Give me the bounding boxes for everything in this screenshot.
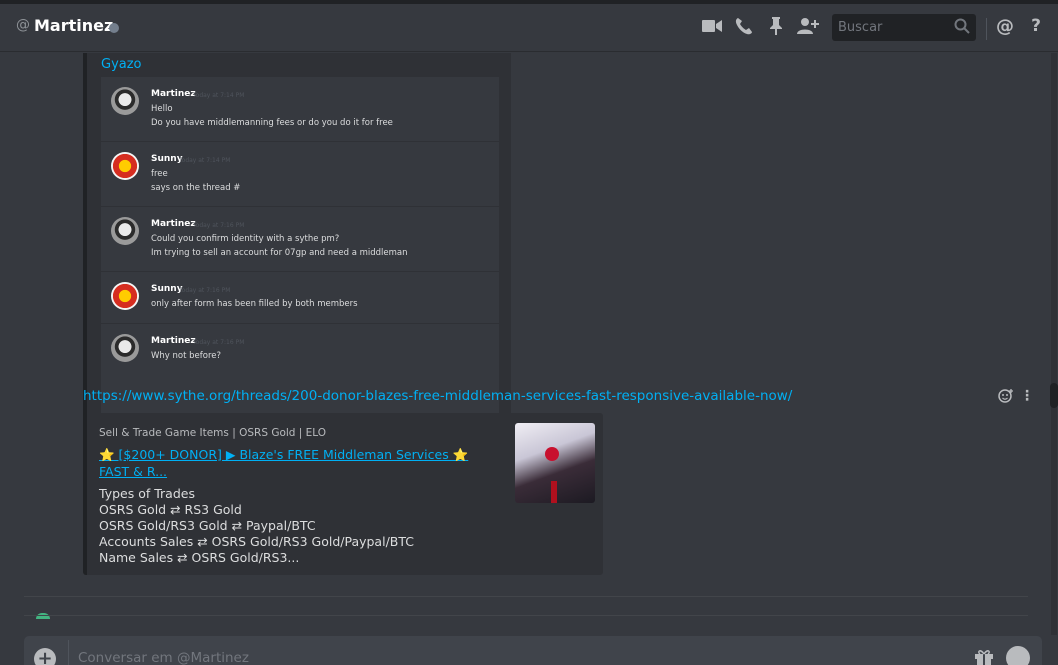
message-composer[interactable]: + Conversar em @Martinez	[24, 636, 1042, 665]
gift-icon[interactable]	[974, 648, 994, 665]
header-divider	[986, 18, 987, 40]
description-line: OSRS Gold/RS3 Gold ⇄ Paypal/BTC	[99, 518, 316, 533]
search-icon[interactable]	[954, 18, 970, 38]
message-text: Do you have middlemanning fees or do you…	[151, 118, 393, 128]
message-time: Today at 7:16 PM	[193, 339, 245, 346]
message-time: Today at 7:14 PM	[193, 92, 245, 99]
avatar	[111, 282, 139, 310]
composer-divider	[68, 640, 69, 665]
pin-icon[interactable]	[764, 14, 788, 38]
embed-provider[interactable]: Gyazo	[101, 57, 142, 72]
search-placeholder: Buscar	[838, 20, 883, 35]
message-author: Sunny	[151, 284, 183, 294]
status-indicator	[109, 23, 119, 33]
message-time: Today at 7:16 PM	[193, 222, 245, 229]
message-text: Could you confirm identity with a sythe …	[151, 234, 340, 244]
mention-icon[interactable]: @	[993, 14, 1017, 38]
message-author: Sunny	[151, 154, 183, 164]
dm-window: @ Martinez Buscar @ ? Gyazo Martinez Tod…	[0, 0, 1058, 665]
message-text: Hello	[151, 104, 173, 114]
message-text: free	[151, 169, 168, 179]
screenshot-message: Sunny Today at 7:14 PM free says on the …	[101, 142, 499, 207]
message-time: Today at 7:14 PM	[179, 157, 231, 164]
message-input[interactable]: Conversar em @Martinez	[78, 650, 249, 665]
thread-link[interactable]: https://www.sythe.org/threads/200-donor-…	[83, 388, 792, 404]
add-reaction-icon[interactable]	[998, 388, 1014, 408]
scrollbar-track[interactable]	[1051, 53, 1057, 635]
screenshot-message: Martinez Today at 7:16 PM Why not before…	[101, 324, 499, 376]
embed-description: Types of Trades OSRS Gold ⇄ RS3 Gold OSR…	[99, 486, 414, 566]
embed-provider: Sell & Trade Game Items | OSRS Gold | EL…	[99, 427, 327, 439]
search-input[interactable]: Buscar	[832, 14, 976, 41]
emoji-icon[interactable]	[1006, 646, 1030, 665]
avatar	[111, 87, 139, 115]
thumbnail-detail	[551, 481, 557, 503]
online-indicator	[36, 613, 50, 619]
channel-header: @ Martinez Buscar @ ?	[0, 4, 1058, 52]
image-embed: Gyazo Martinez Today at 7:14 PM Hello Do…	[83, 53, 511, 431]
add-friend-icon[interactable]	[796, 14, 820, 38]
embed-title[interactable]: ⭐ [$200+ DONOR] ▶ Blaze's FREE Middleman…	[99, 446, 499, 480]
message-author: Martinez	[151, 219, 196, 229]
video-call-icon[interactable]	[700, 14, 724, 38]
phone-call-icon[interactable]	[732, 14, 756, 38]
avatar	[111, 334, 139, 362]
message-author: Martinez	[151, 89, 196, 99]
message-author: Martinez	[151, 336, 196, 346]
description-line: Accounts Sales ⇄ OSRS Gold/RS3 Gold/Payp…	[99, 534, 414, 549]
message-text: says on the thread #	[151, 183, 241, 193]
message-divider	[24, 615, 1028, 616]
message-text: Why not before?	[151, 351, 222, 361]
description-line: Types of Trades	[99, 486, 195, 501]
scrollbar-thumb[interactable]	[1050, 383, 1058, 408]
message-list[interactable]: Gyazo Martinez Today at 7:14 PM Hello Do…	[0, 53, 1058, 635]
help-icon[interactable]: ?	[1024, 14, 1048, 38]
embed-thumbnail[interactable]	[515, 423, 595, 503]
description-line: Name Sales ⇄ OSRS Gold/RS3...	[99, 550, 300, 565]
screenshot-message: Sunny Today at 7:16 PM only after form h…	[101, 272, 499, 324]
channel-name[interactable]: Martinez	[34, 16, 113, 35]
message-text: only after form has been filled by both …	[151, 299, 358, 309]
avatar	[111, 152, 139, 180]
upload-button[interactable]: +	[34, 648, 56, 665]
message-time: Today at 7:16 PM	[179, 287, 231, 294]
more-options-icon[interactable]: ⋮	[1020, 388, 1034, 404]
thumbnail-detail	[545, 447, 559, 461]
description-line: OSRS Gold ⇄ RS3 Gold	[99, 502, 242, 517]
screenshot-message: Martinez Today at 7:14 PM Hello Do you h…	[101, 77, 499, 142]
screenshot-image[interactable]: Martinez Today at 7:14 PM Hello Do you h…	[101, 77, 499, 419]
screenshot-message: Martinez Today at 7:16 PM Could you conf…	[101, 207, 499, 272]
at-icon: @	[16, 17, 30, 33]
avatar	[111, 217, 139, 245]
message-divider	[24, 596, 1028, 597]
message-text: Im trying to sell an account for 07gp an…	[151, 248, 408, 258]
link-embed: Sell & Trade Game Items | OSRS Gold | EL…	[83, 413, 603, 575]
